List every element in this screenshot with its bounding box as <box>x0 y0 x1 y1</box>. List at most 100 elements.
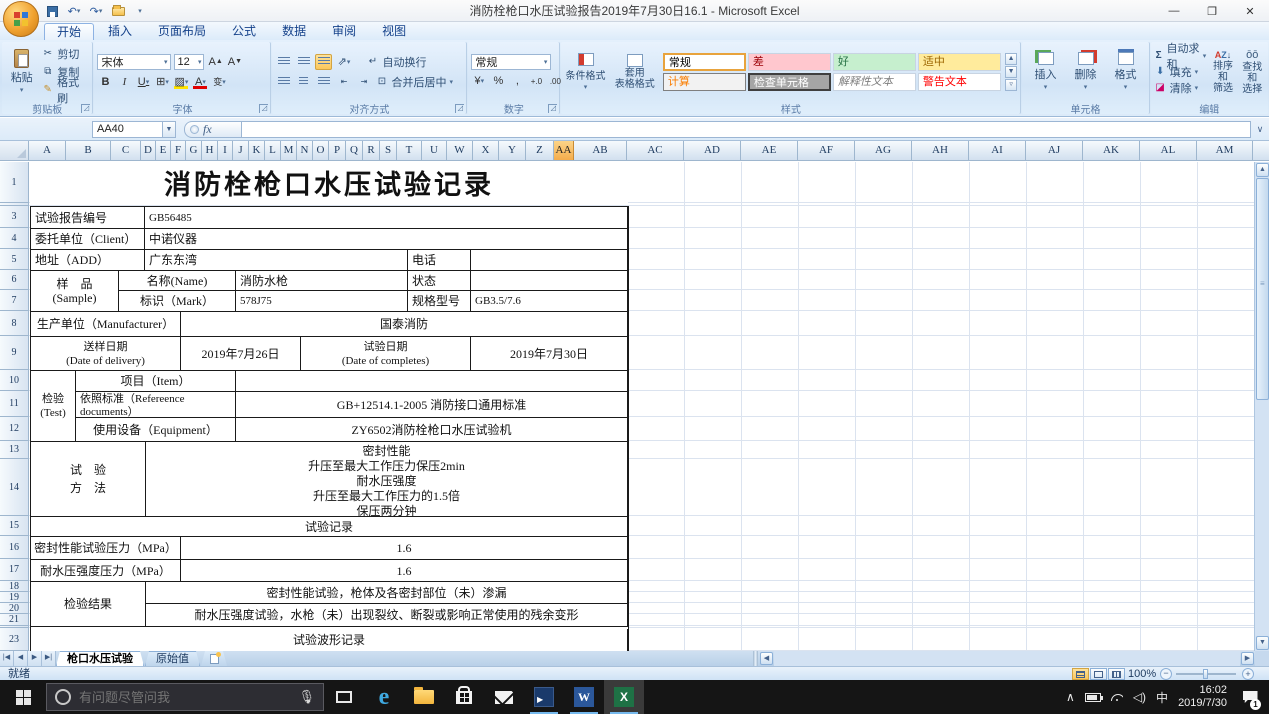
column-header-S[interactable]: S <box>380 141 397 160</box>
row-header-12[interactable]: 12 <box>0 417 29 441</box>
align-middle-button[interactable] <box>295 54 312 70</box>
row-header-7[interactable]: 7 <box>0 290 29 311</box>
column-header-A[interactable]: A <box>29 141 66 160</box>
cell-report-no-label[interactable]: 试验报告编号 <box>31 207 145 229</box>
save-icon[interactable] <box>44 4 60 19</box>
column-header-AE[interactable]: AE <box>741 141 798 160</box>
column-header-E[interactable]: E <box>156 141 171 160</box>
cell-result-label[interactable]: 检验结果 <box>31 582 146 627</box>
window-restore-button[interactable]: ❐ <box>1193 0 1231 22</box>
cell-style-explain[interactable]: 解释性文本 <box>833 73 916 91</box>
cell-method[interactable]: 密封性能 升压至最大工作压力保压2min 耐水压强度 升压至最大工作压力的1.5… <box>146 442 628 517</box>
cell-result-strength[interactable]: 耐水压强度试验，水枪（未）出现裂纹、断裂或影响正常使用的残余变形 <box>146 604 628 627</box>
cell-waveform-header[interactable]: 试验波形记录 <box>31 629 628 651</box>
cell-standard-label[interactable]: 依照标准（Refereence documents） <box>76 392 236 418</box>
find-select-button[interactable]: ōō 查找和 选择 <box>1240 44 1265 99</box>
increase-indent-button[interactable]: ⇥ <box>355 74 372 90</box>
column-header-AB[interactable]: AB <box>574 141 627 160</box>
row-header-14[interactable]: 14 <box>0 459 29 516</box>
italic-button[interactable]: I <box>116 74 132 90</box>
cell-manufacturer[interactable]: 国泰消防 <box>181 312 628 337</box>
borders-button[interactable]: ⊞▾ <box>154 74 170 90</box>
horizontal-scrollbar[interactable] <box>774 651 1240 666</box>
row-header-4[interactable]: 4 <box>0 228 29 249</box>
column-header-AH[interactable]: AH <box>912 141 969 160</box>
comma-format-button[interactable]: , <box>509 73 525 89</box>
column-header-H[interactable]: H <box>202 141 218 160</box>
insert-function-button[interactable]: fx <box>184 121 242 138</box>
battery-icon[interactable] <box>1085 693 1101 702</box>
clipboard-dialog-launcher-icon[interactable]: ◿ <box>81 104 90 113</box>
zoom-slider-thumb[interactable] <box>1203 669 1208 679</box>
word-button[interactable]: W <box>564 680 604 714</box>
edge-button[interactable]: e <box>364 680 404 714</box>
cell-test-date[interactable]: 2019年7月30日 <box>471 337 628 371</box>
wifi-icon[interactable] <box>1111 694 1123 701</box>
font-dialog-launcher-icon[interactable]: ◿ <box>259 104 268 113</box>
column-header-X[interactable]: X <box>473 141 499 160</box>
cell-style-neutral[interactable]: 适中 <box>918 53 1001 71</box>
name-box[interactable]: AA40 <box>92 121 162 138</box>
align-bottom-button[interactable] <box>315 54 332 70</box>
row-header-20[interactable]: 20 <box>0 603 29 614</box>
column-header-D[interactable]: D <box>141 141 156 160</box>
cell-style-warning[interactable]: 警告文本 <box>918 73 1001 91</box>
row-header-13[interactable]: 13 <box>0 441 29 459</box>
row-header-16[interactable]: 16 <box>0 536 29 559</box>
cell-strength-pressure-label[interactable]: 耐水压强度压力（MPa） <box>31 560 181 582</box>
fill-button[interactable]: ⬇填充▾ <box>1154 64 1207 79</box>
currency-format-button[interactable]: ¥▾ <box>471 73 487 89</box>
row-header-19[interactable]: 19 <box>0 592 29 603</box>
insert-cells-button[interactable]: 插入▾ <box>1029 44 1063 99</box>
number-dialog-launcher-icon[interactable]: ◿ <box>548 104 557 113</box>
ribbon-tab-5[interactable]: 数据 <box>270 23 318 40</box>
cell-style-bad[interactable]: 差 <box>748 53 831 71</box>
office-button[interactable] <box>3 1 39 37</box>
cell-equipment-label[interactable]: 使用设备（Equipment） <box>76 418 236 442</box>
sheet-tab-1[interactable]: 枪口水压试验 <box>56 651 144 666</box>
prev-sheet-icon[interactable]: ◀ <box>14 651 28 666</box>
clear-button[interactable]: ◪清除▾ <box>1154 80 1207 95</box>
ribbon-tab-2[interactable]: 插入 <box>96 23 144 40</box>
cell-manufacturer-label[interactable]: 生产单位（Manufacturer） <box>31 312 181 337</box>
align-right-button[interactable] <box>315 74 332 90</box>
column-header-F[interactable]: F <box>171 141 186 160</box>
first-sheet-icon[interactable]: |◀ <box>0 651 14 666</box>
shrink-font-button[interactable]: A▼ <box>227 54 243 70</box>
orientation-button[interactable]: ⇗▾ <box>335 54 352 70</box>
styles-scroll-up-icon[interactable]: ▲ <box>1005 53 1018 65</box>
microphone-icon[interactable]: 🎙︎ <box>298 689 315 705</box>
column-header-J[interactable]: J <box>233 141 249 160</box>
underline-button[interactable]: U▾ <box>135 74 151 90</box>
row-header-3[interactable]: 3 <box>0 206 29 228</box>
row-header-10[interactable]: 10 <box>0 370 29 391</box>
font-size-select[interactable]: 12▾ <box>174 54 204 70</box>
cell-equipment[interactable]: ZY6502消防栓枪口水压试验机 <box>236 418 628 442</box>
tray-expand-icon[interactable]: ∧ <box>1066 690 1075 704</box>
phonetic-button[interactable]: 变▾ <box>211 74 227 90</box>
format-painter-button[interactable]: ✎格式刷 <box>41 81 89 98</box>
cell-sample-label[interactable]: 样 品 (Sample) <box>31 271 119 312</box>
normal-view-button[interactable] <box>1072 668 1089 680</box>
row-header-15[interactable]: 15 <box>0 516 29 536</box>
row-header-9[interactable]: 9 <box>0 336 29 370</box>
zoom-level[interactable]: 100% <box>1128 667 1156 681</box>
formula-input[interactable] <box>242 121 1251 138</box>
cell-address-label[interactable]: 地址（ADD） <box>31 250 145 271</box>
column-header-C[interactable]: C <box>111 141 141 160</box>
cell-method-label[interactable]: 试 验 方 法 <box>31 442 146 517</box>
window-minimize-button[interactable]: — <box>1155 0 1193 22</box>
column-header-AG[interactable]: AG <box>855 141 912 160</box>
number-format-select[interactable]: 常规▾ <box>471 54 551 70</box>
column-header-AD[interactable]: AD <box>684 141 741 160</box>
grow-font-button[interactable]: A▲ <box>207 54 223 70</box>
undo-icon[interactable]: ↶▾ <box>66 4 82 19</box>
column-header-P[interactable]: P <box>329 141 346 160</box>
decrease-indent-button[interactable]: ⇤ <box>335 74 352 90</box>
page-break-view-button[interactable] <box>1108 668 1125 680</box>
row-header-11[interactable]: 11 <box>0 391 29 417</box>
column-header-G[interactable]: G <box>186 141 202 160</box>
column-header-I[interactable]: I <box>218 141 233 160</box>
cell-item[interactable] <box>236 371 628 392</box>
column-header-AM[interactable]: AM <box>1197 141 1253 160</box>
